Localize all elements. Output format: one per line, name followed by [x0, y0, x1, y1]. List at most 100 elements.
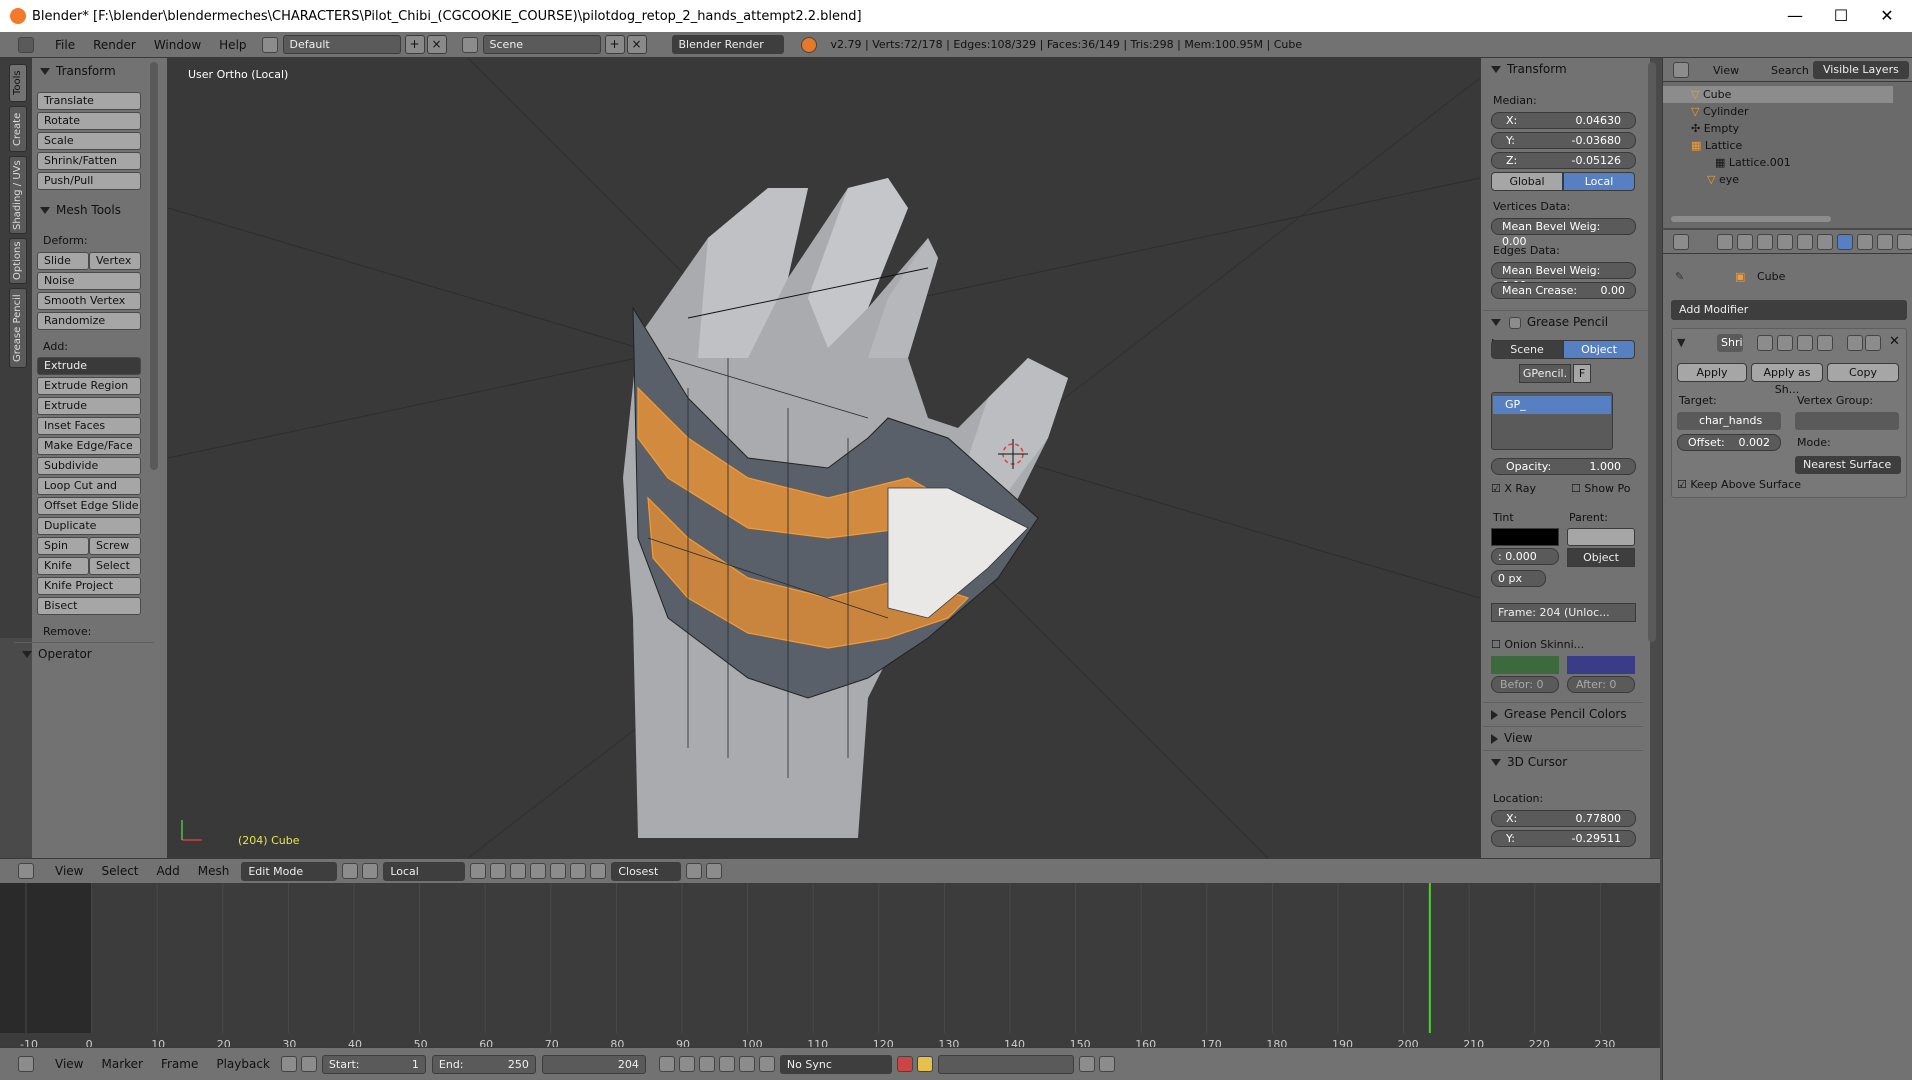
menu-window[interactable]: Window: [145, 38, 210, 52]
gp-colors-header[interactable]: Grease Pencil Colors: [1483, 702, 1643, 724]
extrude-dropdown[interactable]: Extrude: [37, 357, 141, 375]
apply-as-shape-button[interactable]: Apply as Sh...: [1751, 363, 1823, 396]
insert-keyframe-icon[interactable]: [1078, 1056, 1095, 1072]
snap-target-select[interactable]: Closest: [611, 861, 682, 881]
modifier-name-field[interactable]: Shri: [1717, 334, 1743, 352]
snap-element-icon[interactable]: [590, 863, 607, 879]
vertex-slide-button[interactable]: Vertex: [89, 252, 141, 270]
xray-checkbox[interactable]: ☑ X Ray: [1491, 482, 1536, 495]
noise-button[interactable]: Noise: [37, 272, 141, 290]
cursor-y-field[interactable]: Y: -0.29511: [1491, 830, 1636, 847]
mean-bevel-edge-field[interactable]: Mean Bevel Weig: 0.00: [1491, 262, 1636, 292]
jump-end-icon[interactable]: [758, 1056, 775, 1072]
tint-color-swatch[interactable]: [1491, 528, 1559, 546]
mesh-tools-panel-header[interactable]: Mesh Tools: [32, 199, 152, 221]
keying-icon[interactable]: [916, 1056, 933, 1072]
viewport-toggle-icon[interactable]: [1777, 335, 1793, 351]
frame-field[interactable]: Frame: 204 (Unloc...: [1491, 603, 1636, 622]
vertex-group-field[interactable]: [1795, 412, 1899, 430]
median-y-field[interactable]: Y: -0.03680: [1491, 132, 1636, 149]
layout-remove-icon[interactable]: ×: [426, 35, 447, 54]
menu-view[interactable]: View: [46, 864, 92, 878]
duplicate-button[interactable]: Duplicate: [37, 517, 141, 535]
cursor-x-field[interactable]: X: 0.77800: [1491, 810, 1636, 827]
parent-type-select[interactable]: Object: [1567, 548, 1635, 567]
remove-modifier-icon[interactable]: ✕: [1889, 334, 1900, 349]
knife-button[interactable]: Knife: [37, 557, 89, 575]
preview-range-icon[interactable]: [280, 1056, 297, 1072]
scene-add-icon[interactable]: +: [604, 35, 625, 54]
onion-after-field[interactable]: After: 0: [1567, 676, 1635, 693]
gpencil-fake-user[interactable]: F: [1573, 364, 1591, 383]
editor-type-icon[interactable]: [18, 863, 34, 879]
before-color-swatch[interactable]: [1491, 656, 1559, 674]
scene-remove-icon[interactable]: ×: [626, 35, 647, 54]
modifier-collapse-icon[interactable]: ▼: [1677, 336, 1685, 349]
sync-mode-select[interactable]: No Sync: [779, 1054, 892, 1074]
end-frame-field[interactable]: End: 250: [431, 1054, 536, 1074]
close-button[interactable]: ✕: [1864, 0, 1910, 32]
mean-bevel-vertex-field[interactable]: Mean Bevel Weig: 0.00: [1491, 218, 1636, 248]
jump-prev-key-icon[interactable]: [678, 1056, 695, 1072]
tab-create[interactable]: Create: [9, 106, 27, 152]
pivot-point-icon[interactable]: [362, 863, 379, 879]
gpencil-field[interactable]: GPencil.: [1519, 364, 1571, 383]
data-tab-icon[interactable]: [1857, 234, 1873, 250]
smooth-vertex-button[interactable]: Smooth Vertex: [37, 292, 141, 310]
gp-layers-checkbox[interactable]: [1509, 316, 1521, 329]
texture-tab-icon[interactable]: [1897, 234, 1912, 250]
menu-marker[interactable]: Marker: [92, 1057, 151, 1071]
maximize-button[interactable]: ☐: [1818, 0, 1864, 32]
outliner-view-menu[interactable]: View: [1713, 64, 1739, 77]
scene-icon[interactable]: [461, 36, 478, 53]
after-color-swatch[interactable]: [1567, 656, 1635, 674]
menu-playback[interactable]: Playback: [207, 1057, 279, 1071]
median-x-field[interactable]: X: 0.04630: [1491, 112, 1636, 129]
jump-next-key-icon[interactable]: [738, 1056, 755, 1072]
outliner-item-eye[interactable]: ▽ eye: [1663, 171, 1893, 188]
editor-type-icon[interactable]: [18, 1056, 34, 1072]
offset-edge-slide-button[interactable]: Offset Edge Slide: [37, 497, 141, 515]
editmode-toggle-icon[interactable]: [1797, 335, 1813, 351]
transform-panel-header[interactable]: Transform: [32, 60, 152, 82]
gp-object-toggle[interactable]: Object: [1563, 340, 1635, 359]
outliner-item-lattice[interactable]: ▦ Lattice: [1663, 137, 1893, 154]
spin-button[interactable]: Spin: [37, 537, 89, 555]
3d-viewport[interactable]: User Ortho (Local) (204) Cube: [168, 58, 1480, 858]
pin-icon[interactable]: ✎: [1675, 270, 1684, 283]
transform-header[interactable]: Transform: [1483, 58, 1643, 80]
gp-layer-item[interactable]: GP_: [1493, 396, 1611, 414]
world-tab-icon[interactable]: [1777, 234, 1793, 250]
object-tab-icon[interactable]: [1797, 234, 1813, 250]
add-modifier-select[interactable]: Add Modifier: [1671, 300, 1907, 320]
menu-file[interactable]: File: [46, 38, 84, 52]
layers-tab-icon[interactable]: [1737, 234, 1753, 250]
push-pull-button[interactable]: Push/Pull: [37, 172, 141, 190]
jump-start-icon[interactable]: [658, 1056, 675, 1072]
render-tab-icon[interactable]: [1717, 234, 1733, 250]
modifier-tab-icon[interactable]: [1837, 234, 1853, 250]
3d-cursor-header[interactable]: 3D Cursor: [1483, 750, 1643, 772]
offset-field[interactable]: Offset: 0.002: [1677, 434, 1781, 451]
subdivide-button[interactable]: Subdivide: [37, 457, 141, 475]
menu-add[interactable]: Add: [148, 864, 189, 878]
render-preview-icon[interactable]: [706, 863, 723, 879]
tab-options[interactable]: Options: [9, 238, 27, 284]
tab-tools[interactable]: Tools: [9, 64, 27, 102]
menu-render[interactable]: Render: [84, 38, 145, 52]
mode-select[interactable]: Edit Mode: [241, 861, 338, 881]
thickness-field[interactable]: 0 px: [1491, 570, 1546, 587]
viewport-shading-icon[interactable]: [342, 863, 359, 879]
menu-mesh[interactable]: Mesh: [189, 864, 239, 878]
lock-range-icon[interactable]: [300, 1056, 317, 1072]
transform-orientation-select[interactable]: Local: [383, 861, 466, 881]
editor-type-icon[interactable]: [18, 36, 34, 53]
outliner-item-cylinder[interactable]: ▽ Cylinder: [1663, 103, 1893, 120]
shrink-fatten-button[interactable]: Shrink/Fatten: [37, 152, 141, 170]
properties-editor-icon[interactable]: [1673, 234, 1689, 250]
gp-scene-toggle[interactable]: Scene: [1491, 340, 1563, 359]
opacity-field[interactable]: Opacity: 1.000: [1491, 458, 1636, 475]
operator-panel-header[interactable]: Operator: [14, 642, 154, 664]
extrude-region-button[interactable]: Extrude Region: [37, 377, 141, 395]
current-frame-field[interactable]: 204: [541, 1054, 646, 1074]
